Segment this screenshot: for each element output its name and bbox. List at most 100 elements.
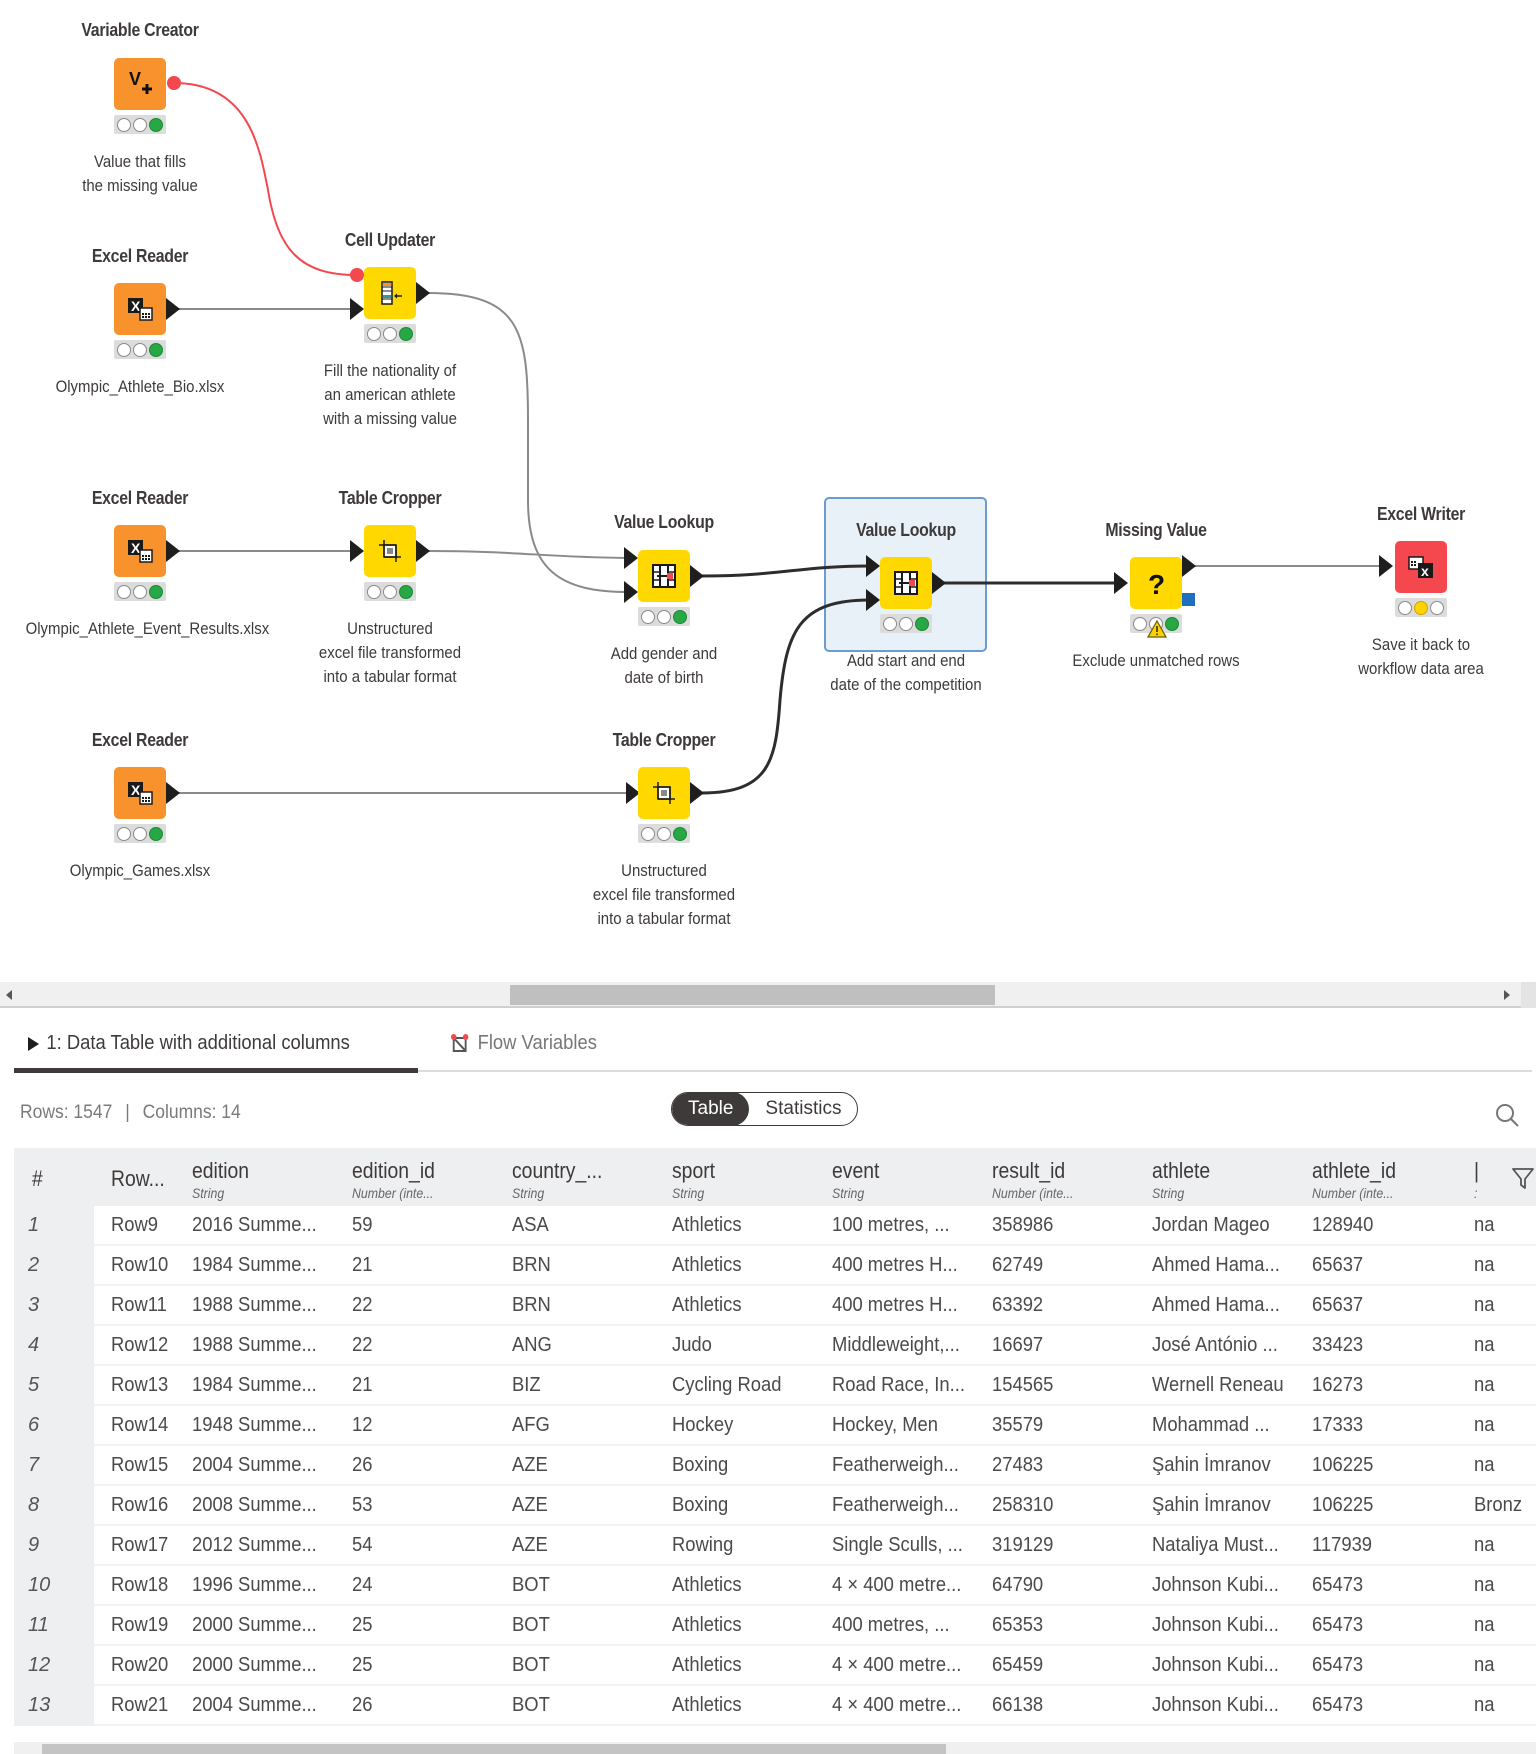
node-body[interactable] <box>638 550 690 602</box>
table-row[interactable]: 13 Row21 2004 Summe... 26 BOT Athletics 4 × 40… <box>14 1686 1536 1726</box>
table-cell: 63392 <box>992 1294 1044 1316</box>
table-cell: 65473 <box>1312 1574 1364 1596</box>
table-cell: 26 <box>352 1454 373 1476</box>
status-light-idle <box>641 609 655 624</box>
node-title[interactable]: Table Cropper <box>585 730 743 752</box>
table-row[interactable]: 2 Row10 1984 Summe... 21 BRN Athletics 400 met… <box>14 1246 1536 1286</box>
node-body[interactable]: X <box>114 767 166 819</box>
node-annotation[interactable]: Olympic_Athlete_Event_Results.xlsx <box>26 617 270 641</box>
node-title[interactable]: Cell Updater <box>311 230 469 252</box>
table-row[interactable]: 8 Row16 2008 Summe... 53 AZE Boxing Featherwei… <box>14 1486 1536 1526</box>
node-value-lookup-2[interactable]: Value Lookup Add start and end date of the… <box>816 520 996 694</box>
table-cell: Featherweigh... <box>832 1454 959 1476</box>
node-title[interactable]: Excel Writer <box>1342 504 1500 526</box>
node-excel-reader-2[interactable]: Excel Reader X Olympic_Athlete_Event_Resul… <box>26 488 270 638</box>
connection-cellupdater-lookup1[interactable] <box>427 292 629 593</box>
node-table-cropper-1[interactable]: Table Cropper Unstructured excel file tran… <box>300 488 480 686</box>
flow-variable-port-in[interactable] <box>350 268 364 282</box>
flow-variable-output-port-icon[interactable] <box>1182 593 1195 606</box>
node-body[interactable] <box>880 557 932 609</box>
toggle-table[interactable]: Table <box>672 1093 750 1125</box>
table-row[interactable]: 10 Row18 1996 Summe... 24 BOT Athletics 4 × 40… <box>14 1566 1536 1606</box>
node-annotation[interactable]: Unstructured excel file transformed into a… <box>550 859 779 931</box>
table-row[interactable]: 7 Row15 2004 Summe... 26 AZE Boxing Featherwei… <box>14 1446 1536 1486</box>
table-row[interactable]: 6 Row14 1948 Summe... 12 AFG Hockey Hockey, Me… <box>14 1406 1536 1446</box>
node-body[interactable]: V <box>114 58 166 110</box>
status-light-executed <box>673 826 687 841</box>
node-cell-updater[interactable]: Cell Updater Fill the nationality of an am… <box>300 230 480 428</box>
node-title[interactable]: Variable Creator <box>61 20 219 42</box>
status-light-idle <box>133 342 147 357</box>
node-missing-value[interactable]: Missing Value? Exclude unmatched rows <box>1066 520 1246 670</box>
scroll-right-arrow-icon[interactable] <box>1504 990 1510 1000</box>
table-row[interactable]: 12 Row20 2000 Summe... 25 BOT Athletics 4 × 40… <box>14 1646 1536 1686</box>
node-annotation[interactable]: Add start and end date of the competition <box>792 649 1021 697</box>
node-body[interactable] <box>638 767 690 819</box>
table-cell: 2004 Summe... <box>192 1694 317 1716</box>
node-status-indicator <box>364 582 416 601</box>
node-body[interactable]: X <box>114 283 166 335</box>
table-cell: 59 <box>352 1214 373 1236</box>
table-row[interactable]: 1 Row9 2016 Summe... 59 ASA Athletics 100 metr… <box>14 1206 1536 1246</box>
canvas-horizontal-scrollbar[interactable] <box>0 982 1521 1008</box>
excel-reader-icon: X <box>125 536 155 566</box>
node-value-lookup-1[interactable]: Value Lookup Add gender and date of birth <box>574 512 754 687</box>
view-toggle[interactable]: Table Statistics <box>671 1092 859 1126</box>
table-cell: 26 <box>352 1694 373 1716</box>
table-cell: 27483 <box>992 1454 1044 1476</box>
node-title[interactable]: Missing Value <box>1077 520 1235 542</box>
table-cell: Row17 <box>111 1534 169 1556</box>
tab-data-table[interactable]: 1: Data Table with additional columns <box>28 1032 350 1055</box>
node-body[interactable]: ? <box>1130 557 1195 609</box>
node-title[interactable]: Table Cropper <box>311 488 469 510</box>
node-body[interactable] <box>364 267 416 319</box>
node-title[interactable]: Value Lookup <box>827 520 985 542</box>
connection-cropper1-lookup1[interactable] <box>427 550 629 559</box>
node-body[interactable]: X <box>114 525 166 577</box>
column-name: sport <box>672 1158 716 1183</box>
node-annotation[interactable]: Save it back to workflow data area <box>1307 633 1521 681</box>
status-light-idle <box>641 826 655 841</box>
node-title[interactable]: Excel Reader <box>61 730 219 752</box>
tab-flow-variables[interactable]: Flow Variables <box>450 1032 597 1055</box>
node-title[interactable]: Excel Reader <box>61 488 219 510</box>
connection-lookup1-lookup2[interactable] <box>701 564 871 578</box>
flow-variable-port-out[interactable] <box>167 76 181 90</box>
table-horizontal-scrollbar[interactable] <box>14 1742 1536 1754</box>
node-variable-creator[interactable]: Variable Creator V Value that fills the mis… <box>50 20 230 195</box>
table-cell: na <box>1474 1694 1495 1716</box>
warning-icon[interactable] <box>1146 619 1168 643</box>
workflow-canvas[interactable]: Variable Creator V Value that fills the mis… <box>0 0 1521 982</box>
node-body[interactable]: x <box>1395 541 1447 593</box>
node-status-indicator <box>114 115 166 134</box>
node-annotation[interactable]: Exclude unmatched rows <box>1042 649 1271 673</box>
table-row[interactable]: 9 Row17 2012 Summe... 54 AZE Rowing Single Scu… <box>14 1526 1536 1566</box>
node-title[interactable]: Excel Reader <box>61 246 219 268</box>
node-annotation[interactable]: Add gender and date of birth <box>550 642 779 690</box>
scroll-left-arrow-icon[interactable] <box>6 990 12 1000</box>
node-annotation[interactable]: Fill the nationality of an american athle… <box>276 359 505 431</box>
node-annotation[interactable]: Olympic_Athlete_Bio.xlsx <box>26 375 255 399</box>
search-icon[interactable] <box>1494 1102 1520 1128</box>
node-title[interactable]: Value Lookup <box>585 512 743 534</box>
node-excel-writer[interactable]: Excel Writer x Save it back to workflow dat… <box>1331 504 1511 678</box>
node-annotation[interactable]: Unstructured excel file transformed into a… <box>276 617 505 689</box>
node-excel-reader-3[interactable]: Excel Reader X Olympic_Games.xlsx <box>50 730 230 880</box>
table-cell: 65459 <box>992 1654 1044 1676</box>
table-row[interactable]: 11 Row19 2000 Summe... 25 BOT Athletics 400 me… <box>14 1606 1536 1646</box>
table-cell: Bronz <box>1474 1494 1523 1516</box>
table-row[interactable]: 4 Row12 1988 Summe... 22 ANG Judo Middleweight… <box>14 1326 1536 1366</box>
node-table-cropper-2[interactable]: Table Cropper Unstructured excel file tran… <box>574 730 754 928</box>
table-row[interactable]: 5 Row13 1984 Summe... 21 BIZ Cycling Road Road… <box>14 1366 1536 1406</box>
node-excel-reader-1[interactable]: Excel Reader X Olympic_Athlete_Bio.xlsx <box>50 246 230 396</box>
table-cell: Athletics <box>672 1214 742 1236</box>
filter-icon[interactable] <box>1510 1165 1536 1191</box>
horizontal-scrollbar-thumb[interactable] <box>510 985 995 1005</box>
table-row[interactable]: 3 Row11 1988 Summe... 22 BRN Athletics 400 met… <box>14 1286 1536 1326</box>
toggle-statistics[interactable]: Statistics <box>749 1093 857 1125</box>
node-annotation[interactable]: Olympic_Games.xlsx <box>26 859 255 883</box>
node-body[interactable] <box>364 525 416 577</box>
table-scrollbar-thumb[interactable] <box>42 1744 946 1754</box>
node-annotation[interactable]: Value that fills the missing value <box>26 150 255 198</box>
table-cell: 65473 <box>1312 1694 1364 1716</box>
